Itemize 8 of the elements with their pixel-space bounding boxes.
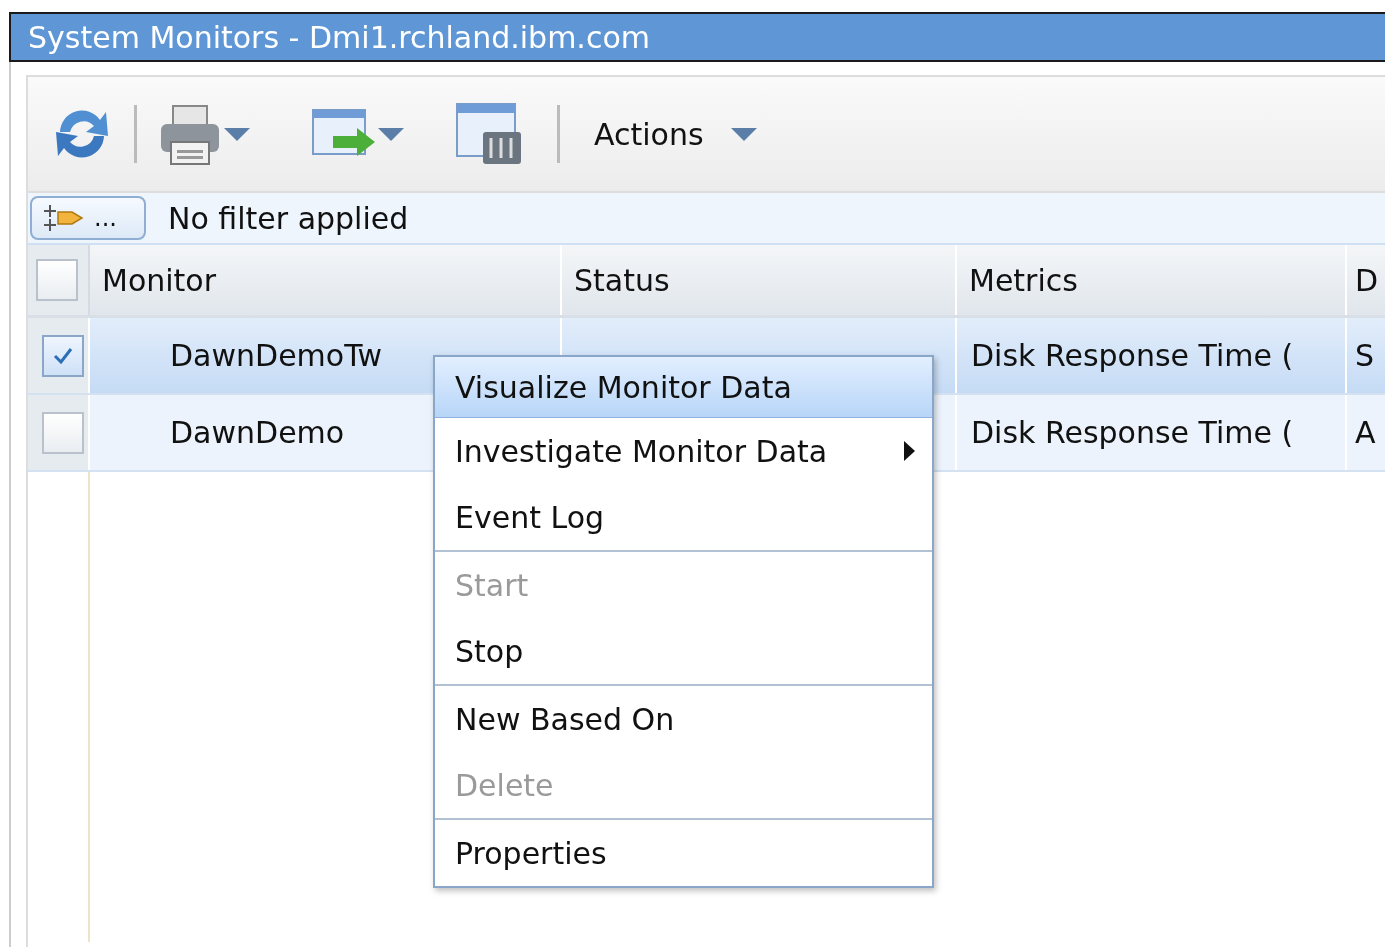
filter-status: No filter applied: [168, 200, 409, 236]
table-cell: Disk Response Time (: [971, 415, 1294, 450]
table-cell: S: [1355, 338, 1375, 373]
window-title: System Monitors - Dmi1.rchland.ibm.com: [9, 12, 1385, 62]
table-cell: Disk Response Time (: [971, 338, 1294, 373]
table-cell: DawnDemo: [170, 415, 345, 450]
table-cell: DawnDemoTw: [170, 338, 383, 373]
table-cell: A: [1355, 415, 1376, 450]
